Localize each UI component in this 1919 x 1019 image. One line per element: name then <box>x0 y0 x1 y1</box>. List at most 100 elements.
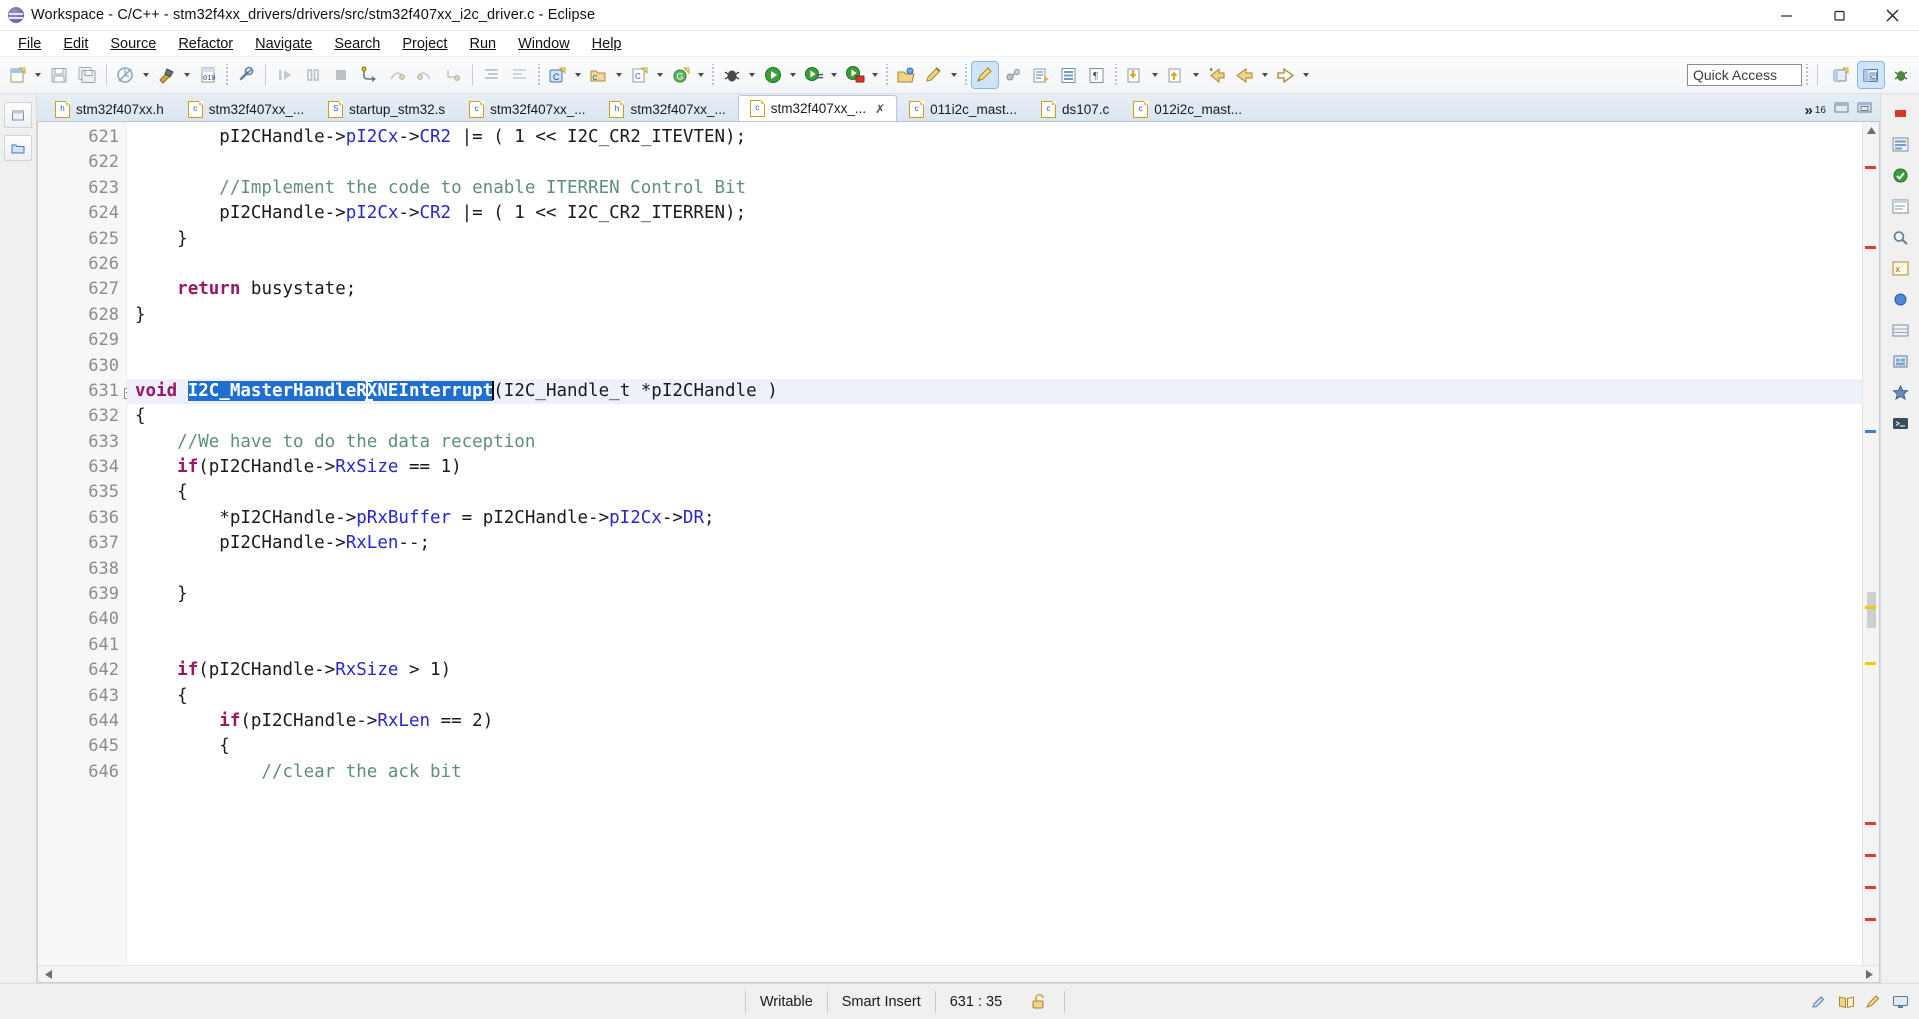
indent-icon[interactable] <box>479 62 505 88</box>
code-line[interactable]: pI2CHandle->pI2Cx->CR2 |= ( 1 << I2C_CR2… <box>127 201 1862 226</box>
menu-run[interactable]: Run <box>458 34 507 54</box>
code-line[interactable]: //We have to do the data reception <box>127 430 1862 455</box>
editor-tab-6[interactable]: c 011i2c_mast... <box>897 96 1029 121</box>
open-type-icon[interactable] <box>893 62 919 88</box>
terminal-view-icon[interactable] <box>1889 412 1911 434</box>
minimize-view-icon[interactable] <box>1834 100 1849 118</box>
breakpoints-view-icon[interactable] <box>1889 288 1911 310</box>
run-last-dropdown-icon[interactable] <box>869 62 880 88</box>
scroll-left-arrow-icon[interactable] <box>40 966 56 982</box>
show-whitespace-icon[interactable]: ¶ <box>1084 62 1110 88</box>
menu-refactor[interactable]: Refactor <box>167 34 244 54</box>
close-icon[interactable]: ✗ <box>875 102 885 116</box>
pencil-status-icon[interactable] <box>1810 994 1828 1010</box>
build-dropdown-icon[interactable] <box>140 62 151 88</box>
toolbar-drag-handle-6[interactable] <box>1114 64 1118 86</box>
back-icon[interactable] <box>1232 62 1258 88</box>
terminate-icon[interactable] <box>328 62 354 88</box>
project-explorer-icon[interactable] <box>4 135 32 161</box>
cpp-perspective-icon[interactable]: C <box>1857 61 1885 89</box>
new-class-icon[interactable]: G <box>668 62 694 88</box>
new-c-file-icon[interactable]: C <box>627 62 653 88</box>
code-line[interactable] <box>127 557 1862 582</box>
toolbar-drag-handle-5[interactable] <box>964 64 968 86</box>
code-line[interactable]: { <box>127 684 1862 709</box>
save-icon[interactable] <box>46 62 72 88</box>
menu-project[interactable]: Project <box>391 34 458 54</box>
outline-view-icon[interactable] <box>1889 133 1911 155</box>
new-c-file-dropdown-icon[interactable] <box>654 62 665 88</box>
menu-window[interactable]: Window <box>507 34 581 54</box>
run-external-dropdown-icon[interactable] <box>828 62 839 88</box>
source-code[interactable]: pI2CHandle->pI2Cx->CR2 |= ( 1 << I2C_CR2… <box>127 125 1862 785</box>
code-line[interactable]: pI2CHandle->pI2Cx->CR2 |= ( 1 << I2C_CR2… <box>127 125 1862 150</box>
pencil-dropdown-icon[interactable] <box>948 62 959 88</box>
variables-view-icon[interactable]: x <box>1889 257 1911 279</box>
new-cpp-folder-icon[interactable]: C <box>586 62 612 88</box>
registers-view-icon[interactable] <box>1889 319 1911 341</box>
editor-horizontal-scrollbar[interactable] <box>38 965 1879 982</box>
step-over-icon[interactable] <box>384 62 410 88</box>
menu-edit[interactable]: Edit <box>52 34 99 54</box>
menu-source[interactable]: Source <box>99 34 167 54</box>
tab-overflow-chevron-icon[interactable]: » 16 <box>1805 102 1834 121</box>
editor-vertical-scrollbar[interactable] <box>1862 122 1879 982</box>
menu-search[interactable]: Search <box>323 34 391 54</box>
last-edit-location-icon[interactable] <box>1204 62 1230 88</box>
outdent-icon[interactable] <box>507 62 533 88</box>
pencil-edit-icon[interactable] <box>921 62 947 88</box>
debug-dropdown-icon[interactable] <box>746 62 757 88</box>
code-line[interactable]: //Implement the code to enable ITERREN C… <box>127 176 1862 201</box>
code-line[interactable]: if(pI2CHandle->RxSize == 1) <box>127 455 1862 480</box>
maximize-button[interactable] <box>1813 0 1866 30</box>
run-external-tools-icon[interactable] <box>801 62 827 88</box>
menu-help[interactable]: Help <box>581 34 633 54</box>
code-line[interactable]: { <box>127 404 1862 429</box>
problems-view-icon[interactable] <box>1889 164 1911 186</box>
code-line[interactable]: if(pI2CHandle->RxSize > 1) <box>127 658 1862 683</box>
run-last-icon[interactable] <box>842 62 868 88</box>
previous-annotation-dropdown-icon[interactable] <box>1190 62 1201 88</box>
close-button[interactable] <box>1866 0 1919 30</box>
monitor-icon[interactable] <box>1891 994 1909 1010</box>
run-dropdown-icon[interactable] <box>787 62 798 88</box>
editor-tab-7[interactable]: c ds107.c <box>1029 96 1121 121</box>
new-c-project-icon[interactable]: C <box>545 62 571 88</box>
show-source-quick-icon[interactable] <box>1028 62 1054 88</box>
overview-marker[interactable] <box>1865 854 1876 857</box>
minimize-button[interactable] <box>1760 0 1813 30</box>
maximize-view-icon[interactable] <box>1857 100 1872 118</box>
forward-dropdown-icon[interactable] <box>1300 62 1311 88</box>
toolbar-drag-handle-3[interactable] <box>711 64 715 86</box>
overview-marker[interactable] <box>1865 918 1876 921</box>
code-line[interactable] <box>127 252 1862 277</box>
overview-marker-red-icon[interactable] <box>1889 102 1911 124</box>
code-line[interactable]: void I2C_MasterHandleRXNEInterrupt(I2C_H… <box>127 378 1862 405</box>
code-line[interactable] <box>127 607 1862 632</box>
editor-tab-2[interactable]: S startup_stm32.s <box>316 96 457 121</box>
show-outline-icon[interactable] <box>1056 62 1082 88</box>
code-editor[interactable]: 621 622 623 624 625 626 627 628 629 630 631 632 633 6… <box>37 122 1880 983</box>
editor-tab-1[interactable]: c stm32f407xx_... <box>176 96 316 121</box>
step-return-icon[interactable] <box>412 62 438 88</box>
code-line[interactable]: } <box>127 303 1862 328</box>
no-build-icon[interactable] <box>233 62 259 88</box>
forward-icon[interactable] <box>1273 62 1299 88</box>
make-target-icon[interactable] <box>1889 381 1911 403</box>
code-line[interactable]: } <box>127 227 1862 252</box>
resume-icon[interactable] <box>272 62 298 88</box>
editor-tab-8[interactable]: c 012i2c_mast... <box>1121 96 1254 121</box>
code-line[interactable]: *pI2CHandle->pRxBuffer = pI2CHandle->pI2… <box>127 506 1862 531</box>
scroll-up-arrow-icon[interactable] <box>1863 122 1879 138</box>
code-line[interactable]: } <box>127 582 1862 607</box>
drop-to-frame-icon[interactable] <box>440 62 466 88</box>
scroll-right-arrow-icon[interactable] <box>1861 966 1877 982</box>
code-line[interactable]: { <box>127 480 1862 505</box>
binary-010-icon[interactable]: 010 <box>195 62 221 88</box>
new-cpp-folder-dropdown-icon[interactable] <box>613 62 624 88</box>
code-line[interactable] <box>127 328 1862 353</box>
new-file-dropdown-icon[interactable] <box>32 62 43 88</box>
build-hammer-dropdown-icon[interactable] <box>181 62 192 88</box>
code-line[interactable] <box>127 150 1862 175</box>
overview-marker[interactable] <box>1865 166 1876 169</box>
